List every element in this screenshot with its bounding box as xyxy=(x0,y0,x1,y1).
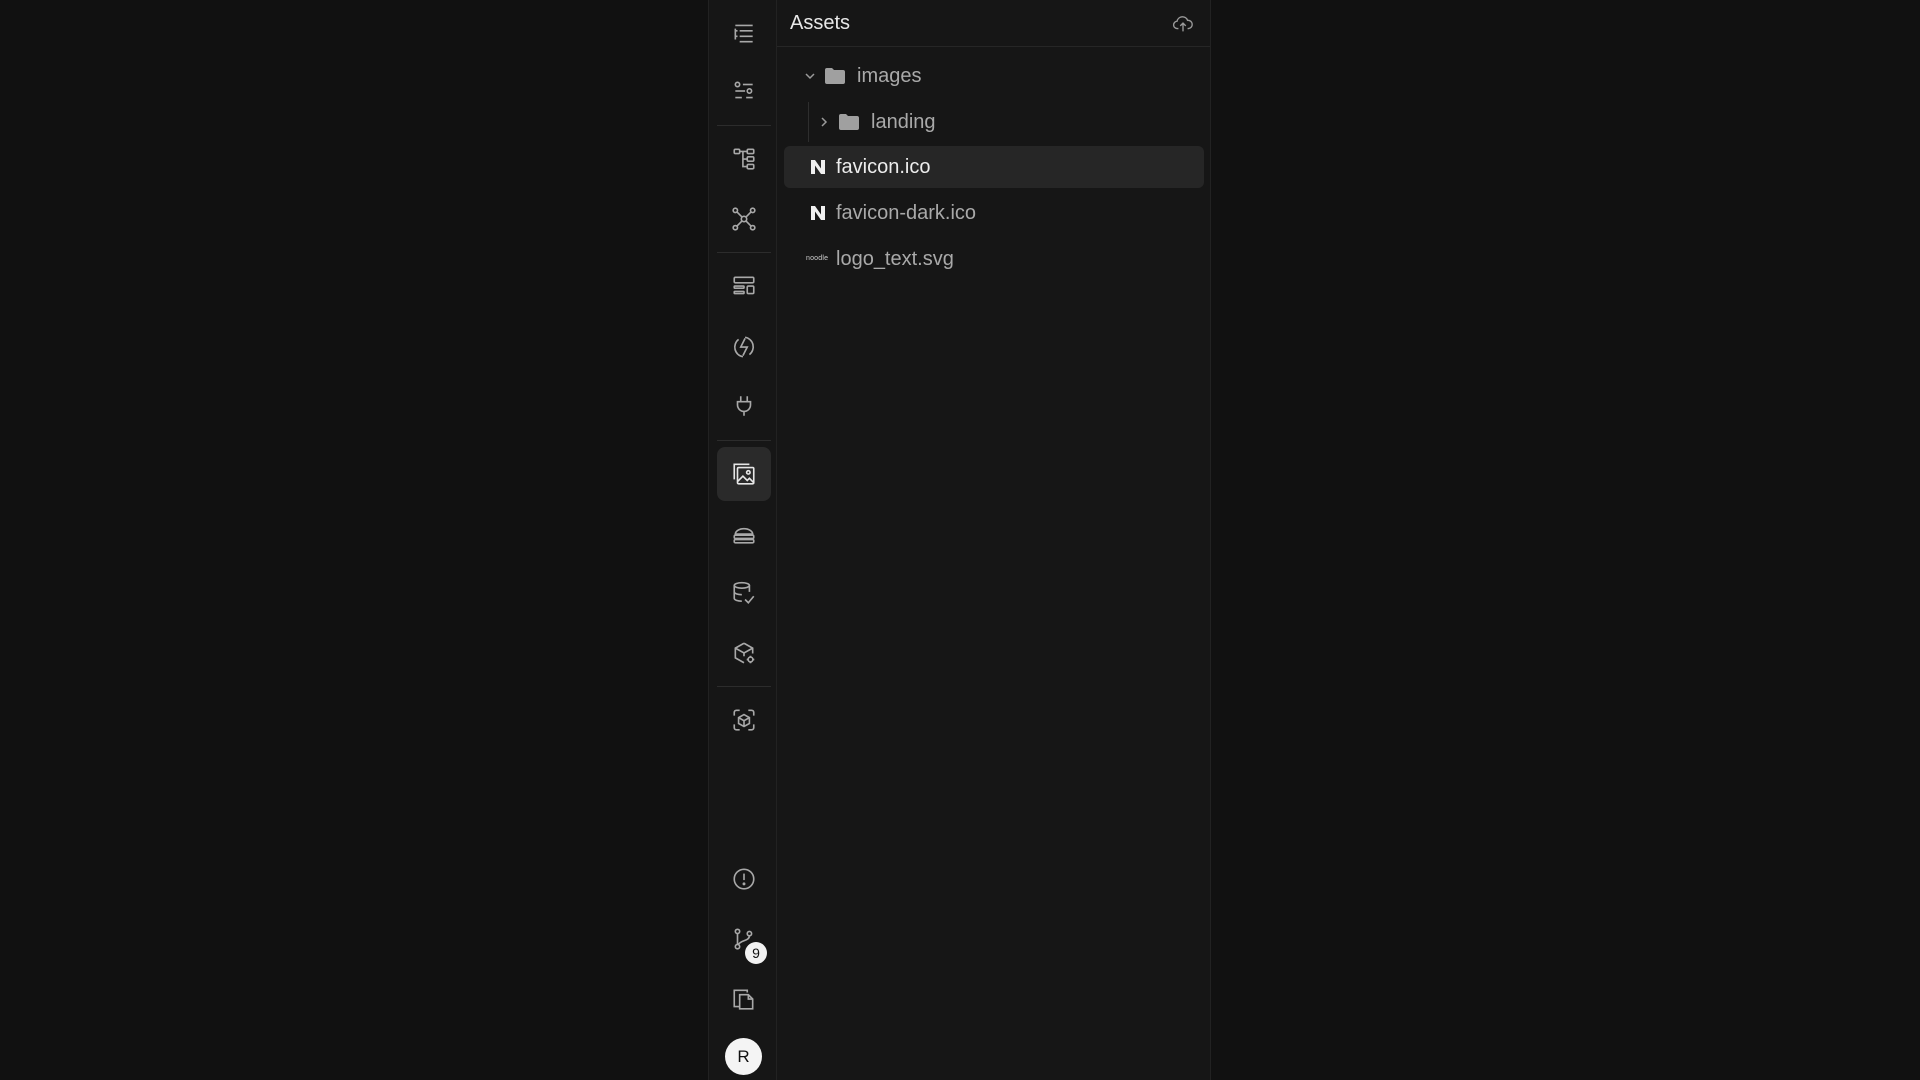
tree-file-logo-text[interactable]: noodle logo_text.svg xyxy=(784,238,1204,280)
folder-icon xyxy=(825,68,845,84)
tree-file-favicon[interactable]: favicon.ico xyxy=(784,146,1204,188)
lightning-circle-icon xyxy=(734,336,754,358)
layout-blocks-icon xyxy=(733,276,755,295)
logo-thumbnail: noodle xyxy=(806,255,829,262)
branch-count-badge: 9 xyxy=(745,942,767,964)
tree-label: landing xyxy=(871,111,936,133)
panel-header: Assets xyxy=(777,0,1210,47)
assets-button[interactable] xyxy=(717,447,771,501)
icon-rail: 9 R xyxy=(708,0,777,1080)
tree-folder-images[interactable]: images xyxy=(784,55,1204,97)
cloud-button[interactable] xyxy=(717,506,771,560)
panel-title: Assets xyxy=(790,12,851,34)
settings-cube-button[interactable] xyxy=(717,626,771,680)
cube-gear-icon xyxy=(734,642,755,664)
scan-button[interactable] xyxy=(717,693,771,747)
chevron-down-icon xyxy=(805,73,815,80)
functions-button[interactable] xyxy=(717,320,771,374)
layout-button[interactable] xyxy=(717,259,771,313)
database-button[interactable] xyxy=(717,566,771,620)
tree-label: logo_text.svg xyxy=(836,248,954,270)
cloud-stack-icon xyxy=(733,527,755,544)
tree-label: favicon.ico xyxy=(836,156,931,178)
assets-panel: Assets images landing favicon.ico favico… xyxy=(777,0,1211,1080)
tree-file-favicon-dark[interactable]: favicon-dark.ico xyxy=(784,192,1204,234)
sliders-list-icon xyxy=(734,81,753,99)
database-check-icon xyxy=(733,581,755,604)
tree-button[interactable] xyxy=(717,132,771,186)
user-avatar[interactable]: R xyxy=(725,1038,762,1075)
files-copy-icon xyxy=(733,989,754,1010)
outline-list-icon xyxy=(734,24,753,43)
settings-list-button[interactable] xyxy=(717,64,771,118)
issues-button[interactable] xyxy=(717,852,771,906)
image-gallery-icon xyxy=(733,463,755,485)
upload-button[interactable] xyxy=(1170,11,1196,37)
tree-label: images xyxy=(857,65,922,87)
plugins-button[interactable] xyxy=(717,379,771,433)
chevron-right-icon xyxy=(821,117,828,127)
files-button[interactable] xyxy=(717,972,771,1026)
graph-nodes-icon xyxy=(732,207,756,231)
n-logo-icon xyxy=(811,160,825,174)
tree-label: favicon-dark.ico xyxy=(836,202,977,224)
upload-cloud-icon xyxy=(1172,16,1193,32)
outline-button[interactable] xyxy=(717,6,771,60)
n-logo-icon xyxy=(811,206,825,220)
tree-structure-icon xyxy=(733,148,755,170)
graph-button[interactable] xyxy=(717,192,771,246)
alert-circle-icon xyxy=(733,868,755,890)
folder-icon xyxy=(839,114,859,130)
plug-icon xyxy=(736,396,752,416)
cube-scan-icon xyxy=(733,709,755,731)
branches-button[interactable]: 9 xyxy=(717,912,771,966)
tree-folder-landing[interactable]: landing xyxy=(784,101,1204,143)
